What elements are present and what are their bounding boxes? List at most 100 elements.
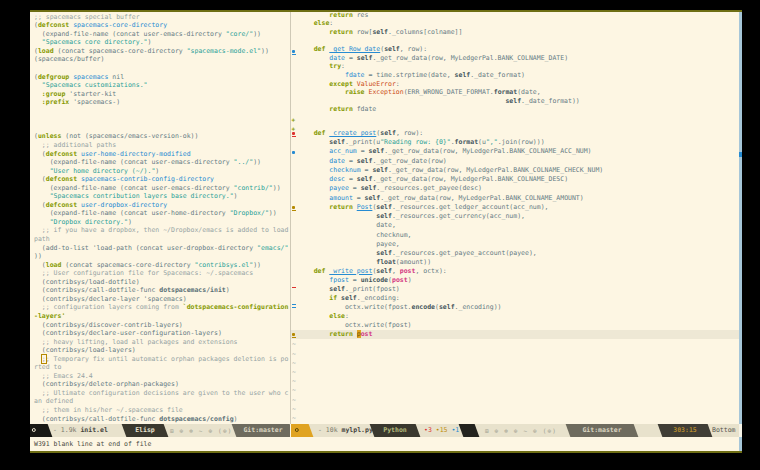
code-line[interactable]: payee = self._resources.get_payee(desc) — [298, 184, 482, 193]
code-line[interactable]: (expand-file-name (concat user-home-dire… — [34, 209, 277, 218]
code-line[interactable]: ;; heavy lifting, load all packages and … — [34, 338, 238, 347]
code-line[interactable]: (contribsys/call-dotfile-func dotspacema… — [34, 286, 230, 295]
code-line[interactable]: (add-to-list 'load-path (concat user-dro… — [34, 244, 288, 253]
code-line[interactable]: self._date_format)) — [298, 97, 580, 106]
right-window[interactable]: return res else: return row[self._column… — [291, 12, 739, 424]
code-line[interactable]: (contribsys/call-dotfile-func dotspacema… — [34, 415, 238, 424]
code-token: ._date_format)) — [521, 97, 580, 105]
scrollbar-marker[interactable] — [739, 152, 742, 157]
modeline-badge[interactable]: 303:15 — [658, 424, 713, 437]
code-line[interactable]: (contribsys/load-layers) — [34, 346, 136, 355]
code-line[interactable]: (expand-file-name (concat user-emacs-dir… — [34, 184, 281, 193]
code-token: "," — [486, 138, 498, 146]
code-line[interactable]: else: — [298, 312, 349, 321]
code-line[interactable]: self._print(u"Reading row: {0}".format(u… — [298, 138, 545, 147]
modeline-badge[interactable]: Elisp — [122, 424, 169, 437]
code-line[interactable]: (defconst user-home-directory-modified — [34, 150, 191, 159]
code-line[interactable]: "Spacemacs core directory.") — [34, 38, 151, 47]
code-line[interactable]: ;; if you have a dropbox, then ~/Dropbox… — [34, 226, 288, 235]
code-line[interactable]: ;; spacemacs special buffer — [34, 13, 140, 22]
code-line[interactable]: date = self._get_row_date(row) — [298, 157, 447, 166]
code-line[interactable]: (load (concat spacemacs-core-directory "… — [34, 261, 261, 270]
code-line[interactable]: ;; Temporary fix until automatic orphan … — [34, 355, 288, 364]
code-line[interactable]: (expand-file-name (concat user-emacs-dir… — [34, 158, 261, 167]
code-line[interactable]: (contribsys/delete-orphan-packages) — [34, 380, 179, 389]
code-line[interactable]: return row[self._columns[colname]] — [298, 28, 462, 37]
window-number-badge[interactable] — [30, 424, 52, 437]
code-line[interactable]: "Spacemacs contribution layers base dire… — [34, 192, 238, 201]
code-line[interactable]: an defined — [34, 397, 73, 406]
code-line[interactable]: self._print(fpost) — [298, 285, 400, 294]
code-line[interactable]: def _get_Row_date(self, row): — [298, 45, 427, 54]
code-line[interactable]: "Dropbox directory.") — [34, 218, 132, 227]
code-line[interactable]: :group 'starter-kit — [34, 90, 116, 99]
code-line[interactable]: checknum, — [298, 231, 412, 240]
code-line[interactable]: self._resources.get_currency(acc_num), — [298, 212, 525, 221]
code-line[interactable]: (contribsys/discover-contrib-layers) — [34, 321, 183, 330]
code-line[interactable]: ;; User configuration file for Spacemacs… — [34, 269, 253, 278]
code-line[interactable]: return fdate — [298, 105, 376, 114]
code-line[interactable]: return post — [298, 330, 372, 339]
code-line[interactable]: path — [34, 235, 50, 244]
code-line[interactable]: (defconst spacemacs-core-directory — [34, 21, 167, 30]
code-line[interactable]: ;; Emacs 24.4 — [34, 372, 93, 381]
code-line[interactable]: desc = self._get_row_data(row, MyLedgerP… — [298, 175, 568, 184]
code-line[interactable]: (expand-file-name (concat user-emacs-dir… — [34, 30, 261, 39]
code-line[interactable]: octx.write(fpost.encode(self._encoding)) — [298, 303, 502, 312]
code-line[interactable]: octx.write(fpost) — [298, 321, 412, 330]
code-line[interactable]: )) — [34, 252, 42, 261]
code-line[interactable]: ;; Ultimate configuration decisions are … — [34, 389, 288, 398]
code-line[interactable]: ;; them in his/her ~/.spacemacs file — [34, 406, 183, 415]
code-line[interactable]: def _create_post(self, row): — [298, 129, 423, 138]
code-line[interactable]: "Spacemacs customizations." — [34, 81, 148, 90]
code-line[interactable]: try: — [298, 62, 345, 71]
code-line[interactable]: checknum = self._get_row_data(row, MyLed… — [298, 166, 603, 175]
code-token: , row): — [400, 45, 427, 53]
code-line[interactable]: raise Exception(ERR_WRONG_DATE_FORMAT.fo… — [298, 88, 541, 97]
code-line[interactable]: (unless (not (spacemacs/emacs-version-ok… — [34, 132, 198, 141]
code-line[interactable]: date = self._get_row_data(row, MyLedgerP… — [298, 54, 568, 63]
code-line[interactable]: fpost = unicode(post) — [298, 276, 412, 285]
code-line[interactable]: self._resources.get_payee_account(payee)… — [298, 249, 537, 258]
code-line[interactable]: -layers' — [34, 312, 65, 321]
code-line[interactable]: "User home directory (~/).") — [34, 167, 159, 176]
code-line[interactable]: if self._encoding: — [298, 294, 400, 303]
code-line[interactable]: amount = self._get_row_data(row, MyLedge… — [298, 194, 584, 203]
modeline-badge[interactable]: Git:master — [232, 424, 290, 437]
code-token: payee — [329, 184, 349, 192]
code-line[interactable]: ;; configuration layers coming from `dot… — [34, 303, 288, 312]
code-line[interactable]: date, — [298, 221, 396, 230]
code-token: ) — [155, 167, 159, 175]
code-line[interactable]: (contribsys/declare-layer 'spacemacs) — [34, 295, 187, 304]
code-token: user-dropbox-directory — [81, 201, 167, 209]
code-line[interactable]: except ValueError: — [298, 80, 400, 89]
code-line[interactable]: def _write_post(self, post, octx): — [298, 267, 447, 276]
modeline-badge[interactable]: Git:master — [566, 424, 639, 437]
code-token: row[ — [353, 28, 373, 36]
code-line[interactable]: (defgroup spacemacs nil — [34, 73, 124, 82]
code-line[interactable]: return Post(self._resources.get_ledger_a… — [298, 203, 549, 212]
code-token: ) — [226, 286, 230, 294]
code-line[interactable]: ;; additional paths — [34, 141, 116, 150]
code-line[interactable]: (contribsys/declare-user-configuration-l… — [34, 329, 222, 338]
code-token: float — [376, 258, 396, 266]
code-line[interactable]: (defconst spacemacs-contrib-config-direc… — [34, 175, 214, 184]
window-number-badge[interactable] — [291, 424, 313, 437]
code-line[interactable]: (spacemacs/buffer) — [34, 55, 104, 64]
code-line[interactable]: (defconst user-dropbox-directory — [34, 201, 167, 210]
scrollbar-track[interactable] — [739, 12, 742, 451]
code-line[interactable]: fdate = time.strptime(date, self._date_f… — [298, 71, 525, 80]
code-line[interactable]: :prefix 'spacemacs-) — [34, 98, 120, 107]
modeline-badge[interactable]: Python — [370, 424, 421, 437]
code-token: post — [400, 267, 416, 275]
modeline-badge[interactable] — [459, 424, 480, 437]
code-line[interactable]: (load (concat spacemacs-core-directory "… — [34, 47, 269, 56]
code-line[interactable]: (contribsys/load-dotfile) — [34, 278, 140, 287]
code-token — [34, 355, 42, 363]
code-line[interactable]: return res — [298, 12, 368, 19]
left-window[interactable]: ;; spacemacs special buffer(defconst spa… — [30, 12, 290, 424]
code-line[interactable]: acc_num = self._get_row_data(row, MyLedg… — [298, 147, 592, 156]
code-line[interactable]: else: — [298, 19, 333, 28]
code-line[interactable]: payee, — [298, 240, 400, 249]
code-line[interactable]: rted to — [34, 363, 61, 372]
